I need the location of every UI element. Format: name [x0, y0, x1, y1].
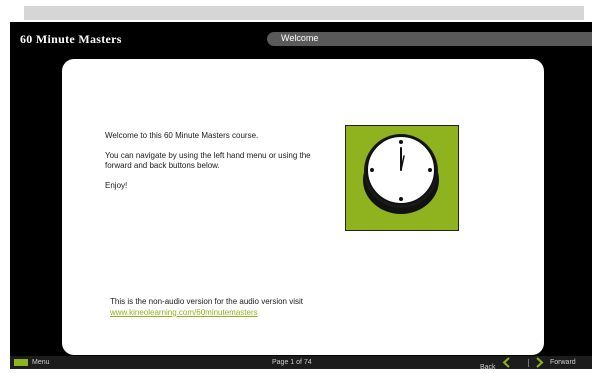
back-button[interactable]: Back: [480, 356, 510, 371]
clock-icon: [363, 134, 439, 214]
intro-navigation: You can navigate by using the left hand …: [105, 151, 311, 170]
course-player: 60 Minute Masters Welcome Welcome to thi…: [10, 22, 592, 364]
forward-label: Forward: [550, 359, 576, 366]
back-label: Back: [480, 364, 496, 371]
section-title: Welcome: [281, 33, 319, 43]
audio-version-note: This is the non-audio version for the au…: [110, 296, 490, 318]
intro-enjoy: Enjoy!: [105, 181, 128, 190]
audio-version-link[interactable]: www.kineolearning.com/60minutemasters: [110, 307, 490, 318]
chevron-left-icon: [502, 357, 510, 368]
browser-top-strip: [24, 6, 584, 20]
section-title-tab: Welcome: [267, 32, 592, 46]
clock-illustration: [345, 125, 459, 231]
audio-note-text: This is the non-audio version for the au…: [110, 297, 303, 306]
intro-welcome: Welcome to this 60 Minute Masters course…: [105, 131, 259, 140]
footer-bar: Menu Page 1 of 74 Back Forward: [10, 356, 592, 371]
content-panel: Welcome to this 60 Minute Masters course…: [62, 59, 544, 355]
menu-icon: [14, 359, 28, 366]
chevron-right-icon: [536, 357, 544, 368]
nav-divider: [528, 359, 529, 367]
header-bar: 60 Minute Masters Welcome: [10, 22, 592, 56]
intro-text: Welcome to this 60 Minute Masters course…: [105, 131, 325, 201]
menu-label: Menu: [32, 359, 50, 366]
page-counter: Page 1 of 74: [272, 359, 312, 366]
app-title: 60 Minute Masters: [20, 32, 122, 46]
